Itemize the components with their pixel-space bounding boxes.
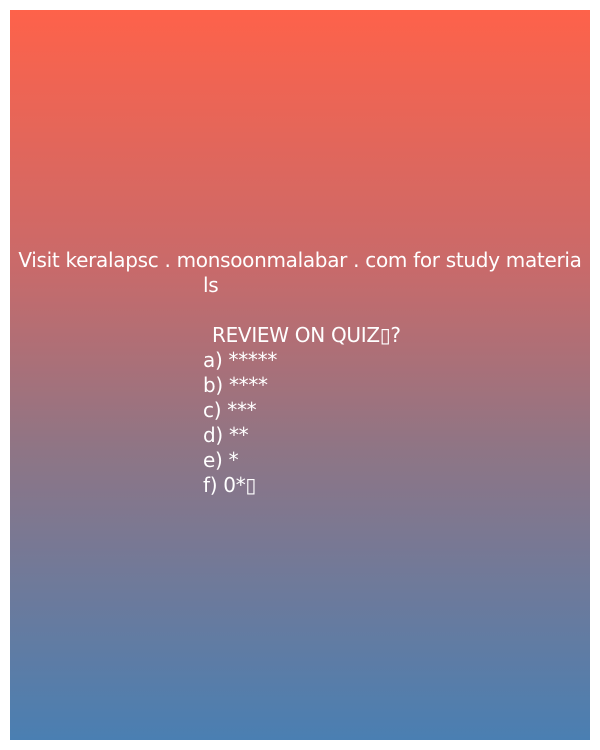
quiz-option-b: b) **** [203, 373, 268, 397]
post-text-block: Visit keralapsc . monsoonmalabar . com f… [10, 248, 590, 498]
promo-line-2: ls [203, 273, 219, 297]
promo-line-1: Visit keralapsc . monsoonmalabar . com f… [18, 248, 582, 272]
quiz-title: REVIEW ON QUIZ▯? [212, 323, 401, 347]
quiz-option-f: f) 0*▯ [203, 473, 257, 497]
quiz-option-a: a) ***** [203, 348, 278, 372]
quiz-option-e: e) * [203, 448, 239, 472]
quiz-option-d: d) ** [203, 423, 249, 447]
quiz-option-c: c) *** [203, 398, 257, 422]
gradient-card: Visit keralapsc . monsoonmalabar . com f… [10, 10, 590, 740]
